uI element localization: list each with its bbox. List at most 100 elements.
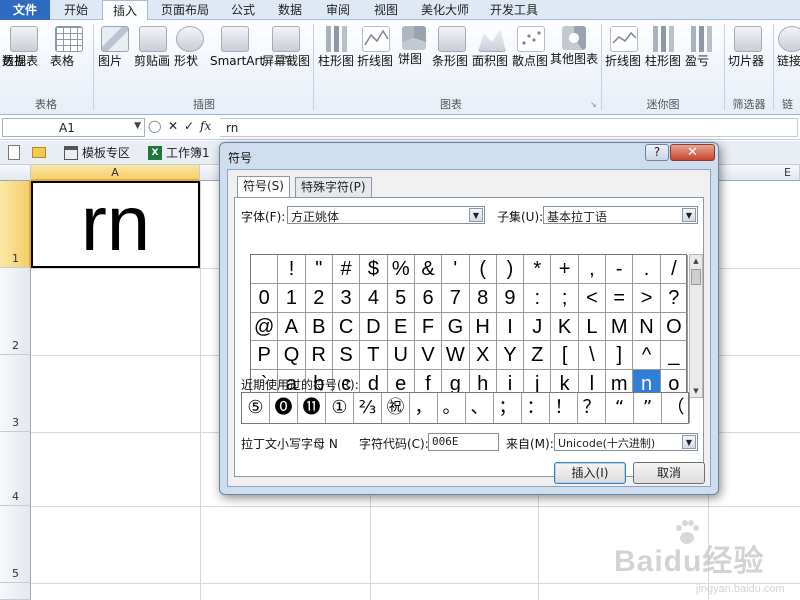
pivot-table-button[interactable]: 数据 透视表 xyxy=(2,22,46,92)
recent-symbol-cell[interactable]: （ xyxy=(662,393,690,423)
sparkline-column-button[interactable]: 柱形图 xyxy=(645,22,683,92)
collapse-icon[interactable]: ◯ xyxy=(148,119,161,133)
name-box[interactable]: A1 ▼ xyxy=(2,118,145,137)
symbol-cell[interactable]: ^ xyxy=(633,341,661,371)
sparkline-winloss-button[interactable]: 盈亏 xyxy=(685,22,719,92)
symbol-cell[interactable]: / xyxy=(660,255,688,284)
cell-a1[interactable]: rn xyxy=(31,181,200,268)
symbol-cell[interactable]: R xyxy=(305,341,333,371)
column-chart-button[interactable]: 柱形图 xyxy=(318,22,356,92)
tab-symbols[interactable]: 符号(S) xyxy=(237,176,290,198)
symbol-cell[interactable]: & xyxy=(414,255,443,284)
symbol-cell[interactable]: Z xyxy=(524,341,552,371)
symbol-cell[interactable]: " xyxy=(305,255,333,284)
chevron-down-icon[interactable]: ▼ xyxy=(682,435,696,449)
symbol-cell[interactable]: 3 xyxy=(332,283,361,313)
link-button[interactable]: 链接 xyxy=(777,22,800,92)
recent-symbol-cell[interactable]: ？ xyxy=(578,393,606,423)
recent-symbol-cell[interactable]: ⓫ xyxy=(298,393,326,423)
symbol-cell[interactable]: $ xyxy=(360,255,388,284)
symbol-cell[interactable]: G xyxy=(442,312,470,342)
recent-symbol-cell[interactable]: “ xyxy=(606,393,634,423)
symbol-cell[interactable] xyxy=(251,255,279,284)
row-header-4[interactable]: 4 xyxy=(0,432,31,506)
from-select[interactable]: Unicode(十六进制) ▼ xyxy=(554,433,698,451)
tab-data[interactable]: 数据 xyxy=(268,0,312,20)
recent-symbol-cell[interactable]: ， xyxy=(410,393,438,423)
symbol-cell[interactable]: ' xyxy=(442,255,470,284)
recent-symbol-cell[interactable]: 。 xyxy=(438,393,466,423)
tab-home[interactable]: 开始 xyxy=(54,0,98,20)
new-document-icon[interactable] xyxy=(8,145,20,160)
symbol-cell[interactable]: ! xyxy=(278,255,306,284)
symbol-cell[interactable]: ] xyxy=(606,341,634,371)
row-header-5[interactable]: 5 xyxy=(0,506,31,583)
symbol-cell[interactable]: . xyxy=(633,255,661,284)
symbol-cell[interactable]: C xyxy=(332,312,361,342)
recent-symbol-cell[interactable]: ⑤ xyxy=(242,393,270,423)
symbol-cell[interactable]: F xyxy=(414,312,443,342)
row-header-1[interactable]: 1 xyxy=(0,181,31,268)
insert-function-icon[interactable]: fx xyxy=(200,119,211,133)
symbol-cell[interactable]: ( xyxy=(469,255,497,284)
symbol-cell[interactable]: B xyxy=(305,312,333,342)
clipart-button[interactable]: 剪贴画 xyxy=(134,22,172,92)
symbol-cell[interactable]: # xyxy=(332,255,361,284)
column-header-e[interactable]: E xyxy=(708,165,800,181)
scroll-up-icon[interactable]: ▲ xyxy=(690,255,702,267)
symbol-cell[interactable]: D xyxy=(360,312,388,342)
scroll-down-icon[interactable]: ▼ xyxy=(690,385,702,397)
symbol-cell[interactable]: % xyxy=(387,255,415,284)
symbol-cell[interactable]: 4 xyxy=(360,283,388,313)
tab-insert[interactable]: 插入 xyxy=(102,0,148,21)
symbol-cell[interactable]: T xyxy=(360,341,388,371)
chevron-down-icon[interactable]: ▼ xyxy=(469,208,483,222)
tab-formulas[interactable]: 公式 xyxy=(222,0,264,20)
tab-beautify[interactable]: 美化大师 xyxy=(412,0,478,20)
symbol-cell[interactable]: 1 xyxy=(278,283,306,313)
symbol-cell[interactable]: W xyxy=(442,341,470,371)
symbol-cell[interactable]: [ xyxy=(551,341,579,371)
row-header-6[interactable] xyxy=(0,583,31,600)
symbol-cell[interactable]: = xyxy=(606,283,634,313)
symbol-cell[interactable]: @ xyxy=(251,312,279,342)
cancel-icon[interactable]: ✕ xyxy=(168,119,178,133)
symbol-cell[interactable]: I xyxy=(496,312,525,342)
symbol-cell[interactable]: - xyxy=(606,255,634,284)
symbol-cell[interactable]: Y xyxy=(496,341,525,371)
symbol-cell[interactable]: H xyxy=(469,312,497,342)
sparkline-line-button[interactable]: 折线图 xyxy=(605,22,643,92)
recent-symbol-cell[interactable]: ： xyxy=(522,393,550,423)
symbol-cell[interactable]: K xyxy=(551,312,579,342)
bar-chart-button[interactable]: 条形图 xyxy=(432,22,472,92)
symbol-cell[interactable]: E xyxy=(387,312,415,342)
recent-symbol-cell[interactable]: ① xyxy=(326,393,354,423)
symbol-cell[interactable]: A xyxy=(278,312,306,342)
symbol-cell[interactable]: 7 xyxy=(442,283,470,313)
close-button[interactable]: ✕ xyxy=(670,144,715,161)
symbol-cell[interactable]: 0 xyxy=(251,283,279,313)
slicer-button[interactable]: 切片器 xyxy=(728,22,768,92)
symbol-cell[interactable]: J xyxy=(524,312,552,342)
symbol-cell[interactable]: > xyxy=(633,283,661,313)
char-code-input[interactable]: 006E xyxy=(428,433,499,451)
symbol-cell[interactable]: 2 xyxy=(305,283,333,313)
symbol-cell[interactable]: * xyxy=(524,255,552,284)
shapes-button[interactable]: 形状 ▾ xyxy=(174,22,206,92)
row-header-2[interactable]: 2 xyxy=(0,268,31,355)
line-chart-button[interactable]: 折线图 xyxy=(357,22,395,92)
symbol-cell[interactable]: ) xyxy=(496,255,525,284)
enter-icon[interactable]: ✓ xyxy=(184,119,194,133)
chevron-down-icon[interactable]: ▼ xyxy=(134,121,141,131)
symbol-cell[interactable]: \ xyxy=(578,341,607,371)
recent-symbol-cell[interactable]: ㊗ xyxy=(382,393,410,423)
row-header-3[interactable]: 3 xyxy=(0,355,31,432)
dialog-launcher-icon[interactable]: ↘ xyxy=(590,100,597,109)
pie-chart-button[interactable]: 饼图 xyxy=(398,22,430,92)
recent-symbol-cell[interactable]: ⅔ xyxy=(354,393,382,423)
recent-symbol-cell[interactable]: ” xyxy=(634,393,662,423)
table-button[interactable]: 表格 xyxy=(50,22,88,92)
recent-symbol-cell[interactable]: ； xyxy=(494,393,522,423)
symbol-cell[interactable]: L xyxy=(578,312,607,342)
symbol-cell[interactable]: N xyxy=(633,312,661,342)
